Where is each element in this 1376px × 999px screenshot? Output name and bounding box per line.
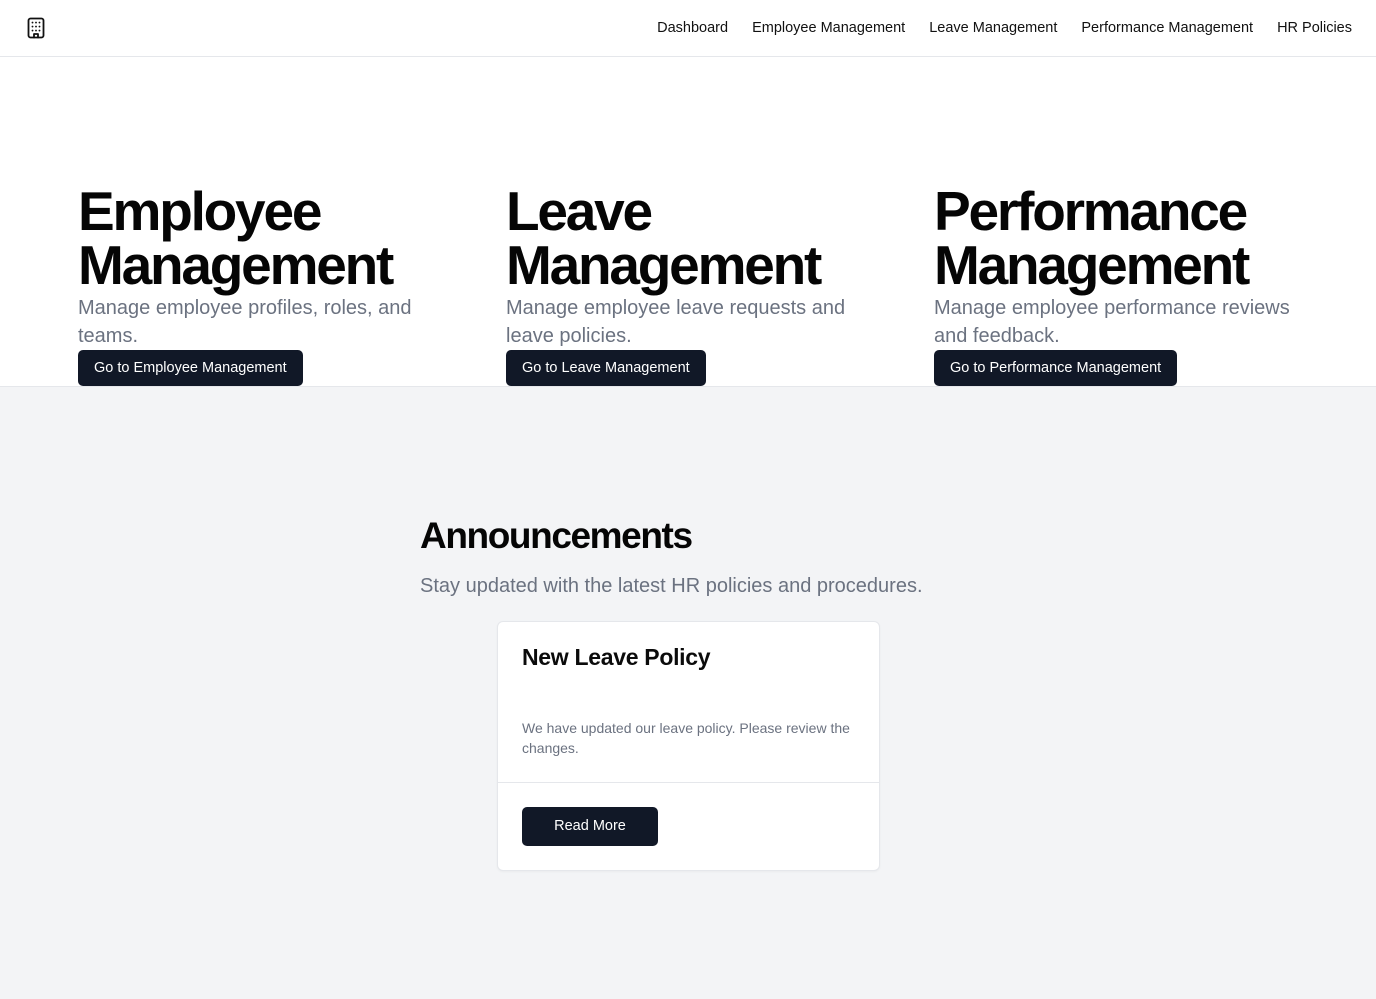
go-to-employee-management-button[interactable]: Go to Employee Management: [78, 350, 303, 386]
performance-management-description: Manage employee performance reviews and …: [934, 297, 1290, 347]
title-line-1: Employee: [78, 180, 322, 242]
nav-dashboard[interactable]: Dashboard: [657, 20, 728, 36]
announcements-title: Announcements: [420, 515, 693, 556]
go-to-performance-management-button[interactable]: Go to Performance Management: [934, 350, 1178, 386]
title-line-2: Management: [506, 234, 822, 296]
nav-leave-management[interactable]: Leave Management: [929, 20, 1057, 36]
nav-performance-management[interactable]: Performance Management: [1081, 20, 1253, 36]
employee-management-description: Manage employee profiles, roles, and tea…: [78, 297, 412, 347]
title-line-2: Management: [78, 234, 394, 296]
title-line-2: Management: [934, 234, 1250, 296]
top-navbar: Dashboard Employee Management Leave Mana…: [0, 0, 1376, 57]
announcements-section: Announcements Stay updated with the late…: [0, 387, 1376, 999]
main-nav: Dashboard Employee Management Leave Mana…: [657, 0, 1352, 56]
employee-management-card: Employee Management Manage employee prof…: [78, 184, 478, 386]
announcement-card: New Leave Policy We have updated our lea…: [497, 621, 880, 871]
title-line-1: Performance: [934, 180, 1248, 242]
title-line-1: Leave: [506, 180, 653, 242]
building-icon[interactable]: [27, 17, 45, 39]
announcements-subtitle: Stay updated with the latest HR policies…: [420, 575, 923, 597]
announcement-body: We have updated our leave policy. Please…: [522, 720, 850, 756]
leave-management-description: Manage employee leave requests and leave…: [506, 297, 846, 347]
read-more-button[interactable]: Read More: [522, 807, 658, 846]
announcement-title: New Leave Policy: [522, 644, 711, 670]
hero-section: Employee Management Manage employee prof…: [0, 57, 1376, 387]
performance-management-card: Performance Management Manage employee p…: [934, 184, 1334, 386]
nav-hr-policies[interactable]: HR Policies: [1277, 20, 1352, 36]
nav-employee-management[interactable]: Employee Management: [752, 20, 905, 36]
performance-management-title: Performance Management: [934, 184, 1334, 293]
go-to-leave-management-button[interactable]: Go to Leave Management: [506, 350, 706, 386]
leave-management-card: Leave Management Manage employee leave r…: [506, 184, 906, 386]
employee-management-title: Employee Management: [78, 184, 478, 293]
leave-management-title: Leave Management: [506, 184, 906, 293]
card-divider: [498, 782, 879, 783]
